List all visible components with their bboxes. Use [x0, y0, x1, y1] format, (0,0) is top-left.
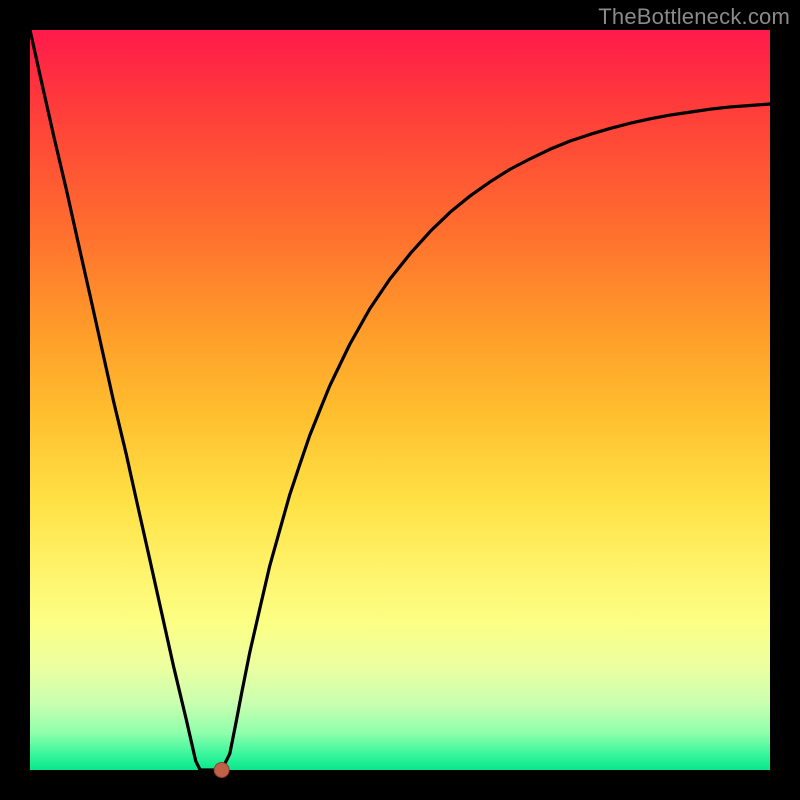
- watermark-text: TheBottleneck.com: [598, 4, 790, 30]
- bottleneck-curve: [30, 30, 770, 770]
- plot-area: [30, 30, 770, 770]
- chart-frame: TheBottleneck.com: [0, 0, 800, 800]
- curve-svg: [30, 30, 770, 770]
- optimum-marker: [214, 763, 229, 778]
